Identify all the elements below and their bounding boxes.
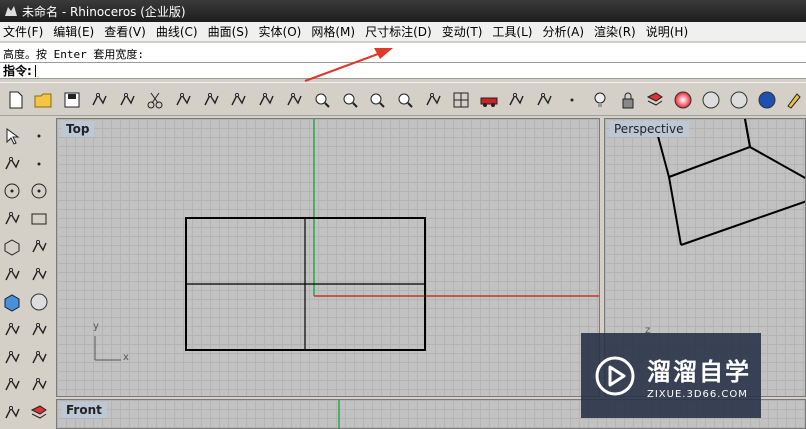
dimension-icon[interactable] <box>0 373 24 397</box>
menu-item[interactable]: 查看(V) <box>101 23 153 40</box>
viewport-label-perspective[interactable]: Perspective <box>609 121 689 137</box>
zoom-window-icon[interactable] <box>338 88 362 112</box>
window-title: 未命名 - Rhinoceros (企业版) <box>22 4 186 19</box>
text-icon[interactable] <box>27 373 51 397</box>
polyline-icon[interactable] <box>0 152 24 176</box>
paste-icon[interactable] <box>199 88 223 112</box>
box-edge <box>749 146 805 180</box>
box-icon[interactable] <box>0 290 24 314</box>
zoom-extents-icon[interactable] <box>365 88 389 112</box>
wireframe-sphere-icon[interactable] <box>699 88 723 112</box>
group-icon[interactable] <box>0 401 24 425</box>
menu-item[interactable]: 说明(H) <box>643 23 695 40</box>
ellipse-icon[interactable] <box>27 179 51 203</box>
mesh-plane-icon[interactable] <box>27 318 51 342</box>
fillet-curve-icon[interactable] <box>27 235 51 259</box>
copy-icon[interactable] <box>171 88 195 112</box>
light-bulb-icon[interactable] <box>588 88 612 112</box>
sphere-group-icon[interactable] <box>27 290 51 314</box>
save-icon[interactable] <box>60 88 84 112</box>
undo-view-icon[interactable] <box>421 88 445 112</box>
watermark-url: ZIXUE.3D66.COM <box>647 388 748 400</box>
select-arrow-icon[interactable] <box>0 124 24 148</box>
undo-icon[interactable] <box>226 88 250 112</box>
play-logo-icon <box>593 354 637 398</box>
viewport-label-front[interactable]: Front <box>61 402 107 418</box>
render-sphere-grid-icon[interactable] <box>727 88 751 112</box>
layer-small-icon[interactable] <box>27 401 51 425</box>
lock-icon[interactable] <box>616 88 640 112</box>
menu-item[interactable]: 分析(A) <box>539 23 591 40</box>
four-viewports-icon[interactable] <box>449 88 473 112</box>
gear-transform-icon[interactable] <box>0 346 24 370</box>
arc-icon[interactable] <box>0 207 24 231</box>
rhino-app-icon <box>4 4 18 18</box>
axis-label-y: y <box>93 321 99 332</box>
curve-points-icon[interactable] <box>27 152 51 176</box>
points-icon[interactable] <box>560 88 584 112</box>
new-file-icon[interactable] <box>4 88 28 112</box>
box-edge <box>668 176 682 246</box>
menu-item[interactable]: 网格(M) <box>308 23 362 40</box>
menu-item[interactable]: 编辑(E) <box>50 23 101 40</box>
menu-item[interactable]: 尺寸标注(D) <box>362 23 439 40</box>
point-icon[interactable] <box>27 124 51 148</box>
menu-item[interactable]: 工具(L) <box>489 23 539 40</box>
viewport-label-top[interactable]: Top <box>61 121 95 137</box>
watermark-brand: 溜溜自学 <box>647 357 751 386</box>
import-icon[interactable] <box>115 88 139 112</box>
cylinder-icon[interactable] <box>0 318 24 342</box>
box-edge <box>680 200 805 246</box>
circle-icon[interactable] <box>0 179 24 203</box>
title-bar: 未命名 - Rhinoceros (企业版) <box>0 0 806 22</box>
split-icon[interactable] <box>27 346 51 370</box>
zoom-selected-icon[interactable] <box>393 88 417 112</box>
watermark: 溜溜自学 ZIXUE.3D66.COM <box>581 333 761 418</box>
menu-item[interactable]: 曲线(C) <box>153 23 205 40</box>
command-prompt: 指令: <box>3 64 32 78</box>
menu-bar: 文件(F) 编辑(E) 查看(V) 曲线(C) 曲面(S) 实体(O) 网格(M) 尺寸标注(… <box>0 22 806 42</box>
layer-icon[interactable] <box>643 88 667 112</box>
standard-toolbar <box>0 82 806 116</box>
menu-item[interactable]: 变动(T) <box>439 23 490 40</box>
color-wheel-icon[interactable] <box>671 88 695 112</box>
osnap-icon[interactable] <box>532 88 556 112</box>
text-caret <box>34 64 36 77</box>
surface-icon[interactable] <box>0 263 24 287</box>
top-viewport-canvas <box>94 119 599 361</box>
polygon-icon[interactable] <box>0 235 24 259</box>
axis-label-x: x <box>123 352 129 363</box>
car-icon[interactable] <box>477 88 501 112</box>
revolve-icon[interactable] <box>27 263 51 287</box>
pan-hand-icon[interactable] <box>254 88 278 112</box>
menu-item[interactable]: 文件(F) <box>0 23 50 40</box>
menu-item[interactable]: 曲面(S) <box>205 23 256 40</box>
command-line[interactable]: 指令: <box>0 62 806 79</box>
render-sphere-icon[interactable] <box>755 88 779 112</box>
print-icon[interactable] <box>87 88 111 112</box>
grid-plane-icon[interactable] <box>504 88 528 112</box>
viewport-top[interactable]: Top y x <box>56 118 600 397</box>
rotate-view-icon[interactable] <box>282 88 306 112</box>
cut-icon[interactable] <box>143 88 167 112</box>
open-folder-icon[interactable] <box>32 88 56 112</box>
box-edge <box>744 119 751 148</box>
menu-item[interactable]: 渲染(R) <box>591 23 643 40</box>
zoom-dynamic-icon[interactable] <box>310 88 334 112</box>
pencil-icon[interactable] <box>782 88 806 112</box>
rectangle-icon[interactable] <box>27 207 51 231</box>
menu-item[interactable]: 实体(O) <box>256 23 309 40</box>
command-history: 高度。按 Enter 套用宽度: <box>0 43 806 62</box>
main-toolbar-left <box>0 118 56 429</box>
